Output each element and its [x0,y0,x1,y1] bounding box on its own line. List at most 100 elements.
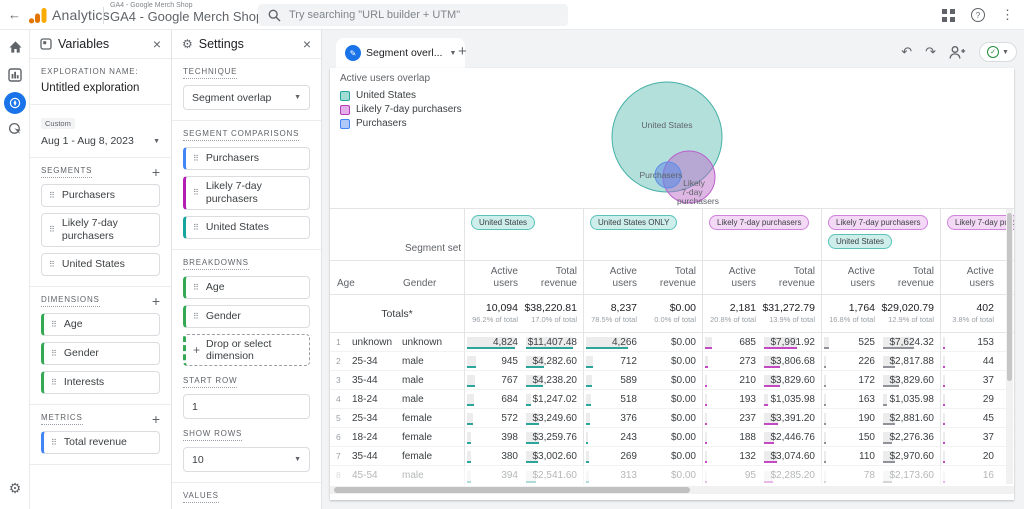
segment-chip[interactable]: ⠿United States [41,253,160,276]
venn-label: Purchasers [640,170,683,180]
segment-chip[interactable]: ⠿Likely 7-day purchasers [41,213,160,247]
value-text: 712 [620,356,637,367]
value-text: 20 [983,451,994,462]
value-bar [467,375,475,387]
active-users-column-header: Active users [583,261,643,295]
horizontal-scrollbar[interactable] [330,486,1014,494]
show-rows-select[interactable]: 10 ▼ [183,447,310,472]
share-user-add-icon[interactable] [949,45,966,60]
add-tab-button[interactable]: + [458,43,467,60]
segment-chip[interactable]: ⠿Purchasers [41,184,160,207]
more-menu-icon[interactable]: ⋮ [1001,7,1014,23]
chart-title: Active users overlap [340,73,462,84]
value-bar [943,375,945,387]
admin-gear-icon[interactable]: ⚙ [0,480,30,497]
value-bar [943,394,945,406]
segment-comparison-chip[interactable]: ⠿United States [183,216,310,239]
value-cell: 44 [940,352,1000,371]
status-button[interactable]: ✓ ▼ [979,42,1017,62]
value-cell: $1,035.98 [762,390,821,409]
drag-handle-icon: ⠿ [49,192,55,200]
variables-panel: Variables × EXPLORATION NAME: Untitled e… [30,30,172,509]
help-icon[interactable]: ? [971,8,985,22]
value-cell: 193 [702,390,762,409]
segments-list: ⠿Purchasers ⠿Likely 7-day purchasers ⠿Unit… [41,184,160,276]
value-cell: 525 [821,333,881,352]
vertical-scrollbar[interactable] [1006,209,1013,484]
drag-handle-icon: ⠿ [51,439,57,447]
value-text: $3,259.76 [533,432,578,443]
value-cell: 16 [940,466,1000,485]
add-metric-button[interactable]: + [152,414,160,424]
value-text: 525 [858,337,875,348]
horizontal-scrollbar-thumb[interactable] [334,487,690,493]
drop-dimension-zone[interactable]: + Drop or select dimension [183,334,310,366]
value-cell: $3,249.60 [524,409,583,428]
age-cell: 25-34 [346,409,396,428]
technique-select[interactable]: Segment overlap ▼ [183,85,310,110]
exploration-name-value[interactable]: Untitled exploration [41,82,160,94]
segment-comparison-chip[interactable]: ⠿Purchasers [183,147,310,170]
vertical-scrollbar-thumb[interactable] [1007,213,1012,381]
value-text: 237 [739,413,756,424]
tab-segment-overlap[interactable]: ✎ Segment overl... ▼ [336,38,465,68]
dimension-chip[interactable]: ⠿Interests [41,371,160,394]
value-bar [526,394,531,406]
date-range-selector[interactable]: Aug 1 - Aug 8, 2023 ▼ [41,135,160,147]
segment-set-label: Segment set [405,243,461,254]
totals-revenue-value: $38,220.81 [524,295,583,314]
metrics-list: ⠿Total revenue [41,431,160,454]
apps-grid-icon[interactable] [942,9,955,22]
close-icon[interactable]: × [153,36,161,52]
undo-icon[interactable]: ↶ [901,45,912,59]
breakdown-chip[interactable]: ⠿Gender [183,305,310,328]
gender-cell: female [396,447,464,466]
dimensions-label: DIMENSIONS [41,295,100,307]
value-text: 394 [501,470,518,481]
row-number: 7 [330,447,346,466]
segment-comparisons-list: ⠿Purchasers ⠿Likely 7-day purchasers ⠿Unit… [183,147,310,239]
value-text: $2,541.60 [533,470,578,481]
value-text: 313 [620,470,637,481]
add-dimension-button[interactable]: + [152,296,160,306]
dimensions-list: ⠿Age ⠿Gender ⠿Interests [41,313,160,394]
value-text: 518 [620,394,637,405]
totals-users-pct: 96.2% of total [465,314,524,324]
search-input[interactable]: Try searching "URL builder + UTM" [258,4,568,26]
value-text: $3,002.60 [533,451,578,462]
home-icon[interactable] [0,40,30,54]
value-text: 16 [983,470,994,481]
value-text: 153 [977,337,994,348]
close-icon[interactable]: × [303,36,311,52]
dimension-chip[interactable]: ⠿Gender [41,342,160,365]
left-nav-rail: ⚙ [0,30,30,509]
chevron-down-icon: ▼ [449,50,456,57]
show-rows-label: SHOW ROWS [183,429,242,441]
value-cell: 684 [464,390,524,409]
back-arrow-icon[interactable]: ← [8,7,21,22]
reports-icon[interactable] [0,68,30,82]
segment-chip-badge: United States [471,215,535,230]
venn-label: United States [641,120,692,130]
breakdown-chip[interactable]: ⠿Age [183,276,310,299]
dimension-chip[interactable]: ⠿Age [41,313,160,336]
start-row-input[interactable]: 1 [183,394,310,419]
value-cell: 572 [464,409,524,428]
property-switcher[interactable]: GA4 - Google Merch Shop GA4 - Google Mer… [110,2,263,24]
explore-icon-active[interactable] [0,92,30,114]
value-text: $3,074.60 [771,451,816,462]
value-bar [705,337,712,349]
value-text: $0.00 [671,432,696,443]
value-cell: $2,541.60 [524,466,583,485]
drag-handle-icon: ⠿ [193,189,199,197]
redo-icon[interactable]: ↷ [925,45,936,59]
value-cell: 243 [583,428,643,447]
value-cell: 685 [702,333,762,352]
value-bar [467,394,474,406]
metric-chip[interactable]: ⠿Total revenue [41,431,160,454]
segment-comparison-chip[interactable]: ⠿Likely 7-day purchasers [183,176,310,210]
value-bar [824,337,829,349]
settings-panel: ⚙ Settings × TECHNIQUE Segment overlap ▼… [172,30,322,509]
add-segment-button[interactable]: + [152,167,160,177]
advertising-icon[interactable] [0,122,30,136]
